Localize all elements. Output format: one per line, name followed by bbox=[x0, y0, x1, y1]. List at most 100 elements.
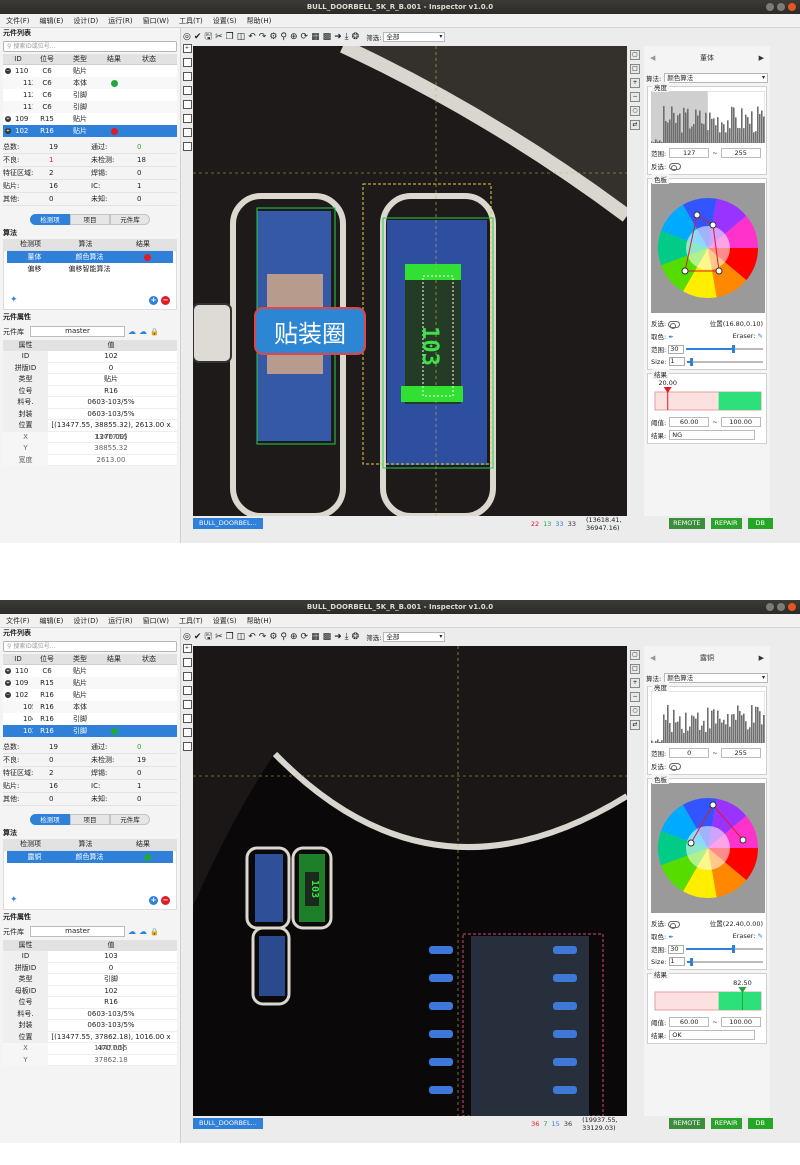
table-row[interactable]: 112 C6 引脚 bbox=[3, 89, 177, 101]
color-range-slider[interactable] bbox=[686, 945, 763, 953]
crosshair-icon[interactable]: + bbox=[182, 644, 192, 653]
property-row[interactable]: 料号. 0603-103/5% bbox=[3, 1008, 177, 1020]
cloud-download-icon[interactable]: ☁ bbox=[139, 327, 147, 336]
size-spin[interactable]: 1 bbox=[668, 357, 685, 366]
panel-icon[interactable] bbox=[182, 114, 192, 123]
check-icon[interactable]: ✔ bbox=[194, 632, 202, 642]
column-header[interactable]: 类型 bbox=[61, 654, 99, 665]
menu-item[interactable]: 文件(F) bbox=[6, 14, 30, 27]
inspection-canvas[interactable]: 贴装圈 103 bbox=[193, 46, 627, 516]
add-algorithm-button[interactable]: + bbox=[149, 896, 158, 905]
color-invert-toggle[interactable] bbox=[668, 920, 681, 929]
property-row[interactable]: X 13477.55 bbox=[3, 1043, 177, 1055]
result-bar[interactable]: 82.50 bbox=[651, 978, 763, 1014]
color-range-spin[interactable]: 30 bbox=[668, 944, 685, 954]
rotate-icon[interactable]: ⟳ bbox=[301, 32, 309, 42]
table-row[interactable]: −110 C6 贴片 bbox=[3, 65, 177, 77]
menu-item[interactable]: 帮助(H) bbox=[247, 614, 272, 627]
range-from-input[interactable]: 0 bbox=[669, 748, 710, 758]
fit-icon[interactable]: ▢ bbox=[630, 650, 640, 660]
invert-toggle[interactable] bbox=[669, 162, 682, 171]
expand-icon[interactable]: + bbox=[5, 116, 11, 122]
panel-icon[interactable] bbox=[182, 714, 192, 723]
menu-item[interactable]: 工具(T) bbox=[179, 614, 203, 627]
prev-arrow-icon[interactable]: ◀ bbox=[650, 54, 655, 62]
property-row[interactable]: 料号. 0603-103/5% bbox=[3, 397, 177, 409]
algorithm-row[interactable]: 露铜 颜色算法 bbox=[7, 851, 173, 863]
select-icon[interactable]: □ bbox=[630, 64, 640, 74]
split-h-icon[interactable] bbox=[182, 128, 192, 137]
property-row[interactable]: 位号 R16 bbox=[3, 385, 177, 397]
collapse-icon[interactable]: − bbox=[5, 692, 11, 698]
table-row[interactable]: 105 R16 本体 bbox=[3, 701, 177, 713]
table-row[interactable]: +102 R16 贴片 bbox=[3, 125, 177, 137]
column-header[interactable]: 状态 bbox=[129, 654, 169, 665]
zoom-out-icon[interactable]: − bbox=[630, 692, 640, 702]
property-row[interactable]: 封装 0603-103/5% bbox=[3, 408, 177, 420]
next-arrow-icon[interactable]: ▶ bbox=[759, 654, 764, 662]
table-row[interactable]: +110 C6 贴片 bbox=[3, 665, 177, 677]
eyedropper-icon[interactable]: ✒ bbox=[668, 933, 673, 941]
zoom-fit-icon[interactable]: ⊕ bbox=[290, 632, 298, 642]
column-header[interactable]: 位号 bbox=[33, 654, 61, 665]
gear-icon[interactable]: ⚙ bbox=[269, 32, 277, 42]
zoom-reset-icon[interactable]: ○ bbox=[630, 706, 640, 716]
algorithm-row[interactable]: 偏移 偏移智能算法 bbox=[7, 263, 173, 275]
ruler-icon[interactable] bbox=[182, 142, 192, 151]
expand-icon[interactable]: + bbox=[5, 668, 11, 674]
size-spin[interactable]: 1 bbox=[668, 957, 685, 966]
collapse-icon[interactable]: − bbox=[5, 68, 11, 74]
gear-icon[interactable]: ⚙ bbox=[269, 632, 277, 642]
save-icon[interactable]: 🖫 bbox=[204, 629, 212, 645]
tab-library[interactable]: 元件库 bbox=[110, 814, 150, 825]
column-header[interactable]: 类型 bbox=[61, 54, 99, 65]
zoom-fit-icon[interactable]: ⊕ bbox=[290, 32, 298, 42]
property-row[interactable]: Y 37862.18 bbox=[3, 1054, 177, 1066]
tab-inspection[interactable]: 检测项 bbox=[30, 214, 70, 225]
color-invert-toggle[interactable] bbox=[668, 320, 681, 329]
tab-project[interactable]: 项目 bbox=[70, 814, 110, 825]
threshold-from-input[interactable]: 60.00 bbox=[669, 1017, 710, 1027]
crosshair-icon[interactable]: + bbox=[182, 44, 192, 53]
grid-icon[interactable]: ▦ bbox=[311, 32, 320, 42]
property-row[interactable]: 位置 [(13477.55, 38855.32), 2613.00 x 1270.… bbox=[3, 420, 177, 443]
table-row[interactable]: 104 R16 引脚 bbox=[3, 713, 177, 725]
menu-item[interactable]: 设计(D) bbox=[73, 14, 98, 27]
rotate-icon[interactable]: ⟳ bbox=[301, 632, 309, 642]
property-row[interactable]: 拼版ID 0 bbox=[3, 362, 177, 374]
phone-icon[interactable] bbox=[182, 58, 192, 67]
qrcode-icon[interactable]: ▩ bbox=[323, 632, 332, 642]
property-row[interactable]: 宽度 2613.00 bbox=[3, 454, 177, 466]
menu-item[interactable]: 运行(R) bbox=[108, 614, 132, 627]
undo-icon[interactable]: ↶ bbox=[248, 32, 256, 42]
check-icon[interactable]: ✔ bbox=[194, 32, 202, 42]
minimize-button[interactable] bbox=[766, 603, 774, 611]
range-from-input[interactable]: 127 bbox=[669, 148, 710, 158]
color-wheel[interactable] bbox=[651, 783, 765, 915]
table-row[interactable]: +109 R15 贴片 bbox=[3, 677, 177, 689]
menu-item[interactable]: 窗口(W) bbox=[143, 614, 169, 627]
eyedropper-icon[interactable]: ✒ bbox=[668, 333, 673, 341]
column-header[interactable]: 状态 bbox=[129, 54, 169, 65]
copy-icon[interactable]: ❐ bbox=[226, 632, 234, 642]
db-button[interactable]: DB bbox=[747, 518, 773, 529]
property-row[interactable]: 母板ID 102 bbox=[3, 985, 177, 997]
add-algorithm-button[interactable]: + bbox=[149, 296, 158, 305]
magic-wand-icon[interactable]: ✦ bbox=[10, 295, 18, 305]
next-arrow-icon[interactable]: ▶ bbox=[759, 54, 764, 62]
minimize-button[interactable] bbox=[766, 3, 774, 11]
zoom-in-icon[interactable]: + bbox=[630, 678, 640, 688]
close-button[interactable] bbox=[788, 603, 796, 611]
tab-project[interactable]: 项目 bbox=[70, 214, 110, 225]
expand-icon[interactable]: + bbox=[5, 680, 11, 686]
repair-button[interactable]: REPAIR bbox=[710, 1118, 742, 1129]
db-button[interactable]: DB bbox=[747, 1118, 773, 1129]
qrcode-icon[interactable]: ▩ bbox=[323, 32, 332, 42]
property-row[interactable]: X 13477.55 bbox=[3, 431, 177, 443]
tab-library[interactable]: 元件库 bbox=[110, 214, 150, 225]
ruler-icon[interactable] bbox=[182, 742, 192, 751]
rect-icon[interactable] bbox=[182, 86, 192, 95]
remote-button[interactable]: REMOTE bbox=[669, 518, 705, 529]
save-icon[interactable]: 🖫 bbox=[204, 29, 212, 45]
phone-icon[interactable] bbox=[182, 658, 192, 667]
